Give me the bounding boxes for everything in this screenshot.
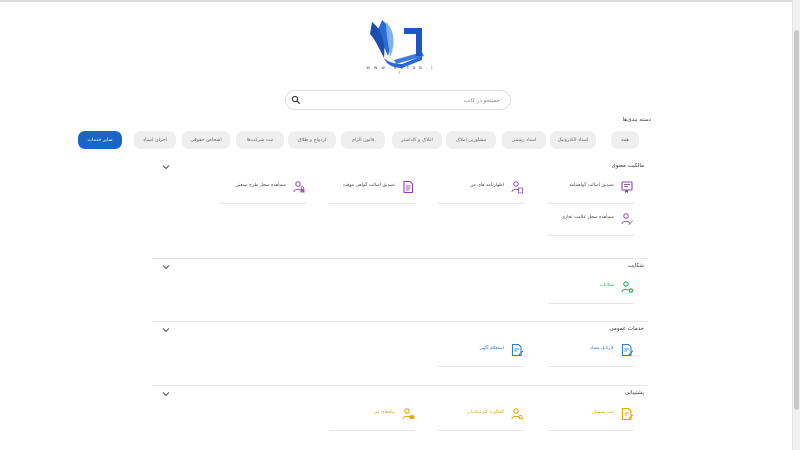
category-pill[interactable]: مشاورین املاک [446, 131, 496, 149]
user-edit-icon [621, 213, 633, 225]
user-document-icon [511, 181, 523, 194]
service-card[interactable]: تصدیق اصالت گواهینامه [548, 178, 634, 204]
document-icon [403, 180, 414, 194]
user-search-icon [511, 408, 524, 420]
user-add-icon [621, 281, 634, 293]
service-card-label: گفتگو با کارشناسان [467, 410, 504, 415]
chevron-down-icon[interactable] [162, 164, 170, 170]
service-card[interactable]: استعلام آگهی [438, 341, 524, 367]
user-lock-icon [293, 181, 305, 193]
top-border [0, 0, 800, 2]
service-card-label: تصدیق اصالت گواهینامه [569, 183, 614, 188]
logo-url-text: w w w . k e t a b . i r [366, 66, 434, 76]
card-underline [438, 430, 524, 431]
service-card-label: کارتابل مصاد [589, 346, 614, 351]
chevron-down-icon[interactable] [162, 391, 170, 397]
category-pill[interactable]: همه [611, 131, 639, 149]
category-pill[interactable]: اشخاص حقوقی [182, 131, 230, 149]
service-card[interactable]: کارتابل مصاد [548, 341, 634, 367]
service-card-label: اظهارنامه های من [470, 183, 504, 188]
service-card[interactable]: شکایات [548, 278, 634, 304]
card-underline [548, 366, 634, 367]
service-card-label: ثبت پشتیبان [591, 410, 614, 415]
chevron-down-icon[interactable] [162, 327, 170, 333]
chevron-down-icon[interactable] [162, 264, 170, 270]
service-card[interactable]: ثبت پشتیبان [548, 405, 634, 431]
section-title[interactable]: مالکیت معنوی [611, 163, 644, 169]
service-card[interactable]: گفتگو با کارشناسان [438, 405, 524, 431]
service-card-label: شکایات [599, 283, 615, 288]
service-card-label: پیام‌های من [373, 410, 395, 415]
category-pill[interactable]: ازدواج و طلاق [288, 131, 336, 149]
category-pill[interactable]: قانون الزام [341, 131, 385, 149]
service-card-label: استعلام آگهی [479, 346, 504, 351]
section-title[interactable]: شکایت [628, 263, 644, 269]
section-divider [152, 385, 648, 386]
card-underline [438, 366, 524, 367]
service-card[interactable]: اظهارنامه های من [438, 178, 524, 204]
scrollbar-thumb[interactable] [794, 30, 799, 410]
card-underline [548, 235, 634, 236]
page: w w w . k e t a b . i r دسته بندی‌ها همه… [0, 0, 800, 450]
service-card-label: مشاهده سجل علامت تجاری [561, 215, 614, 220]
scrollbar[interactable] [792, 0, 800, 450]
card-underline [548, 430, 634, 431]
category-pill[interactable]: سایر خدمات [78, 131, 122, 149]
service-card[interactable]: مشاهده سجل طرح صنعتی [220, 178, 306, 204]
category-pill[interactable]: اجرای اسناد [134, 131, 176, 149]
card-underline [438, 203, 524, 204]
search-box[interactable] [285, 90, 511, 110]
category-pill[interactable]: اسناد الکترونیک [550, 131, 596, 149]
card-underline [329, 430, 415, 431]
user-message-icon [402, 408, 415, 420]
category-pill[interactable]: اسناد رسمی [502, 131, 546, 149]
card-underline [548, 203, 634, 204]
card-underline [220, 203, 306, 204]
search-icon[interactable] [291, 95, 301, 105]
categories-title: دسته بندی‌ها [622, 117, 651, 123]
edit-document-icon [621, 343, 634, 357]
service-card[interactable]: مشاهده سجل علامت تجاری [548, 210, 634, 236]
service-card-label: مشاهده سجل طرح صنعتی [235, 183, 286, 188]
certificate-icon [621, 181, 633, 193]
section-divider [152, 258, 648, 259]
service-card[interactable]: پیام‌های من [329, 405, 415, 431]
section-title[interactable]: پشتیبانی [625, 390, 644, 396]
category-pills: همه اسناد الکترونیک اسناد رسمی مشاورین املا… [78, 131, 643, 149]
service-card-label: تصدیق اصالت گواهی موقت [342, 183, 395, 188]
edit-document-icon [621, 407, 634, 421]
section-divider [152, 321, 648, 322]
category-pill[interactable]: املاک و کاداستر [392, 131, 442, 149]
search-input[interactable] [304, 94, 500, 107]
service-card[interactable]: تصدیق اصالت گواهی موقت [329, 178, 415, 204]
card-underline [548, 303, 634, 304]
edit-document-icon [511, 343, 524, 357]
section-title[interactable]: خدمات عمومی [609, 326, 644, 332]
card-underline [329, 203, 415, 204]
category-pill[interactable]: ثبت شرکت‌ها [236, 131, 284, 149]
